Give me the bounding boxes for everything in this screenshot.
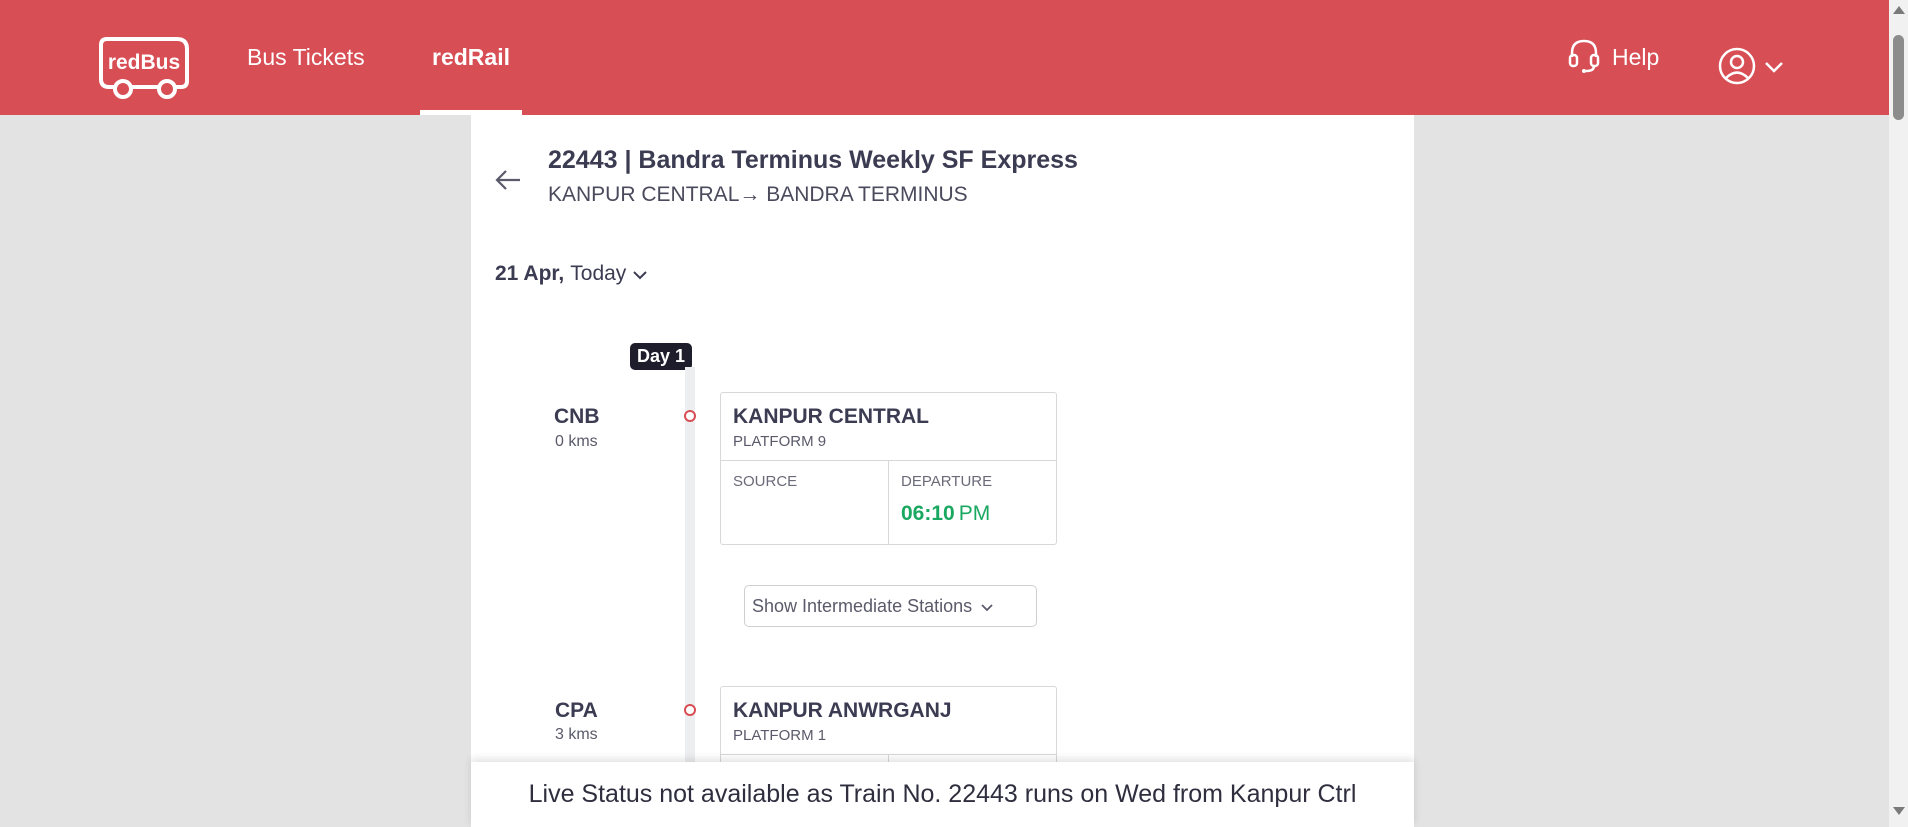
station-platform: PLATFORM 1: [733, 727, 827, 744]
station-distance: 3 kms: [555, 726, 598, 743]
help-link[interactable]: Help: [1568, 0, 1659, 115]
chevron-down-icon: [1764, 60, 1784, 78]
live-status-message: Live Status not available as Train No. 2…: [528, 780, 1357, 808]
logo-text: redBus: [108, 51, 180, 74]
date-day: 21 Apr,: [495, 262, 565, 285]
station-code: CPA: [555, 699, 598, 722]
page-scrollbar[interactable]: [1889, 0, 1908, 827]
top-header: redBus Bus Tickets redRail Help: [0, 0, 1889, 115]
train-title: 22443 | Bandra Terminus Weekly SF Expres…: [548, 146, 1078, 174]
train-schedule-panel: 22443 | Bandra Terminus Weekly SF Expres…: [471, 115, 1414, 827]
departure-time-ampm: PM: [958, 502, 991, 525]
nav-bus-tickets[interactable]: Bus Tickets: [247, 0, 365, 115]
station-name: KANPUR ANWRGANJ: [733, 699, 952, 722]
date-label: Today: [570, 262, 627, 285]
user-circle-icon: [1718, 47, 1756, 90]
help-label: Help: [1612, 44, 1660, 70]
chevron-down-icon: [632, 262, 648, 286]
departure-time: 06:10 PM: [901, 502, 1044, 526]
scroll-down-arrow-icon[interactable]: [1893, 807, 1905, 815]
back-button[interactable]: [492, 165, 526, 195]
show-intermediate-label: Show Intermediate Stations: [752, 595, 973, 616]
source-label: SOURCE: [733, 473, 798, 490]
nav-redrail-label: redRail: [432, 44, 510, 70]
station-code: CNB: [554, 405, 600, 428]
route-timeline: [685, 367, 695, 827]
train-route: KANPUR CENTRAL→ BANDRA TERMINUS: [548, 183, 968, 206]
departure-time-value: 06:10: [901, 502, 955, 525]
station-dot: [684, 704, 696, 716]
redbus-logo[interactable]: redBus: [97, 33, 193, 101]
scroll-up-arrow-icon[interactable]: [1893, 6, 1905, 14]
nav-bus-tickets-label: Bus Tickets: [247, 44, 365, 70]
nav-redrail[interactable]: redRail: [420, 0, 522, 115]
station-distance: 0 kms: [555, 433, 598, 450]
station-platform: PLATFORM 9: [733, 433, 827, 450]
headset-icon: [1568, 37, 1600, 79]
live-status-banner: Live Status not available as Train No. 2…: [471, 762, 1414, 827]
station-card[interactable]: KANPUR CENTRAL PLATFORM 9 SOURCE DEPARTU…: [720, 392, 1057, 545]
scrollbar-thumb[interactable]: [1893, 35, 1904, 120]
account-menu[interactable]: [1718, 47, 1784, 90]
arrow-left-icon: [495, 170, 520, 190]
day-badge: Day 1: [630, 343, 693, 370]
show-intermediate-stations-button[interactable]: Show Intermediate Stations: [744, 585, 1037, 627]
station-dot: [684, 410, 696, 422]
chevron-down-icon: [980, 596, 994, 617]
date-selector[interactable]: 21 Apr, Today: [495, 262, 648, 286]
station-name: KANPUR CENTRAL: [733, 405, 929, 428]
departure-label: DEPARTURE: [901, 473, 993, 490]
